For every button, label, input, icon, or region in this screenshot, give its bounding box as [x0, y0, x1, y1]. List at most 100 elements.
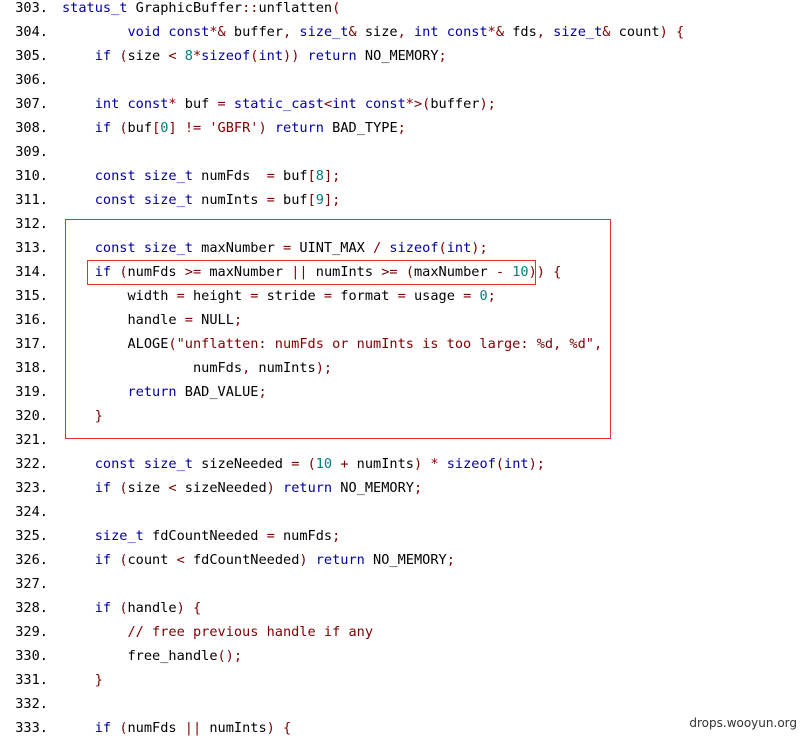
code-token: NO_MEMORY [356, 48, 439, 64]
code-token: static_cast [233, 96, 324, 112]
code-token: buf [274, 168, 308, 184]
code-token: size [127, 48, 169, 64]
code-token: const [127, 96, 169, 112]
code-text: free_handle(); [62, 644, 242, 668]
code-token: 8 [315, 168, 324, 184]
code-token: 'GBFR' [209, 120, 259, 136]
code-token: const [94, 456, 136, 472]
code-token: fdCountNeeded [184, 552, 300, 568]
code-token: *& [487, 24, 505, 40]
line-number: 308. [15, 120, 48, 136]
code-token: numInts [348, 456, 414, 472]
code-token: ) [266, 480, 275, 496]
line-number: 316. [15, 312, 48, 328]
code-token: BAD_TYPE [323, 120, 398, 136]
code-token: < [168, 480, 177, 496]
code-token: size_t [94, 528, 144, 544]
code-text: if (count < fdCountNeeded) return NO_MEM… [62, 548, 455, 572]
code-token: if [94, 552, 112, 568]
code-token: { [192, 600, 202, 616]
code-token: int [332, 96, 357, 112]
code-token: NO_MEMORY [332, 480, 414, 496]
code-token: numFds [192, 168, 267, 184]
line-number: 325. [15, 528, 48, 544]
code-text: status_t GraphicBuffer::unflatten( [62, 0, 340, 20]
code-token: buf [127, 120, 153, 136]
code-text: size_t fdCountNeeded = numFds; [62, 524, 341, 548]
code-token: ( [495, 456, 505, 472]
code-token: numFds [127, 720, 185, 736]
code-text: if (size < sizeNeeded) return NO_MEMORY; [62, 476, 422, 500]
code-text: // free previous handle if any [62, 620, 373, 644]
code-token: size [127, 480, 169, 496]
line-number: 321. [15, 432, 48, 448]
code-token: if [94, 600, 112, 616]
code-token: const [94, 168, 136, 184]
code-token: buffer [430, 96, 480, 112]
code-token: sizeof [446, 456, 496, 472]
code-token: ]; [323, 168, 341, 184]
code-text: if (size < 8*sizeof(int)) return NO_MEMO… [62, 44, 447, 68]
code-token: buffer [225, 24, 284, 40]
code-token: 10 [315, 456, 333, 472]
code-token: GraphicBuffer [127, 0, 243, 16]
line-number: 322. [15, 456, 48, 472]
code-token: NO_MEMORY [364, 552, 447, 568]
code-token: < [168, 48, 177, 64]
line-number: 309. [15, 144, 48, 160]
code-token: int [504, 456, 529, 472]
line-number: 328. [15, 600, 48, 616]
code-text: if (buf[0] != 'GBFR') return BAD_TYPE; [62, 116, 406, 140]
code-token: sizeNeeded [192, 456, 292, 472]
line-number: 305. [15, 48, 48, 64]
code-token: ) [659, 24, 668, 40]
code-token: int [94, 96, 120, 112]
code-token: ( [119, 600, 128, 616]
line-number: 312. [15, 216, 48, 232]
code-token: count [127, 552, 177, 568]
code-token: , [536, 24, 545, 40]
code-token: = [266, 528, 275, 544]
code-text: if (numFds || numInts) { [62, 716, 291, 740]
code-text: const size_t sizeNeeded = (10 + numInts)… [62, 452, 545, 476]
code-token: fds [504, 24, 537, 40]
code-token: sizeNeeded [176, 480, 267, 496]
code-text: int const* buf = static_cast<int const*>… [62, 92, 496, 116]
line-number: 329. [15, 624, 48, 640]
line-number: 314. [15, 264, 48, 280]
line-number: 310. [15, 168, 48, 184]
line-number: 317. [15, 336, 48, 352]
code-text: } [62, 668, 103, 692]
line-number: 332. [15, 696, 48, 712]
line-number: 306. [15, 72, 48, 88]
code-token: ; [438, 48, 447, 64]
code-token: ; [413, 480, 423, 496]
line-number: 318. [15, 360, 48, 376]
code-token: { [283, 720, 292, 736]
code-token: [ [307, 168, 316, 184]
code-token: free_handle [62, 648, 218, 664]
code-token: || [184, 720, 202, 736]
code-token: , [397, 24, 406, 40]
line-number: 313. [15, 240, 48, 256]
code-token: size_t [553, 24, 603, 40]
code-token: != [184, 120, 202, 136]
code-token: { [675, 24, 685, 40]
